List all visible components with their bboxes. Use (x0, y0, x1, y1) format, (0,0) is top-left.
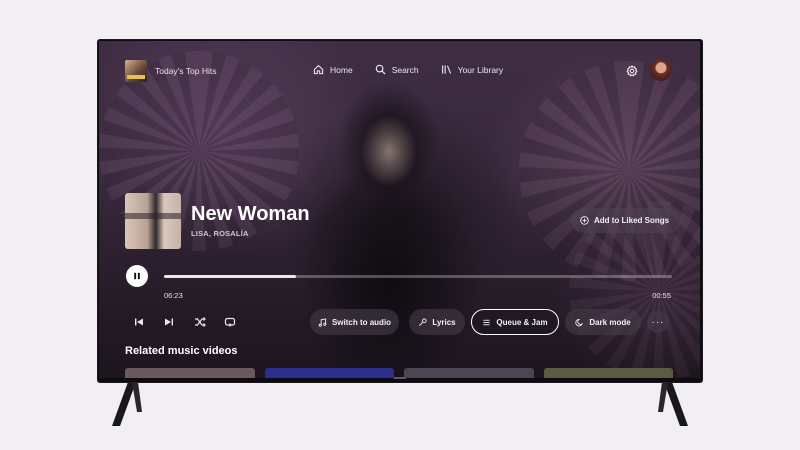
repeat-icon (224, 317, 236, 327)
dark-mode-button[interactable]: Dark mode (565, 309, 641, 335)
music-note-icon (318, 317, 327, 327)
moon-icon (575, 318, 584, 326)
tv-stand-leg-right (650, 382, 688, 426)
tv-brand-logo (394, 377, 406, 379)
related-video-thumbnail[interactable] (264, 368, 394, 378)
previous-button[interactable] (132, 315, 146, 329)
shuffle-icon (195, 317, 206, 327)
nav-search-label: Search (391, 64, 419, 75)
track-title: New Woman (191, 203, 310, 225)
queue-icon (483, 319, 491, 325)
next-button[interactable] (162, 315, 176, 329)
add-circle-icon (580, 216, 589, 225)
related-video-thumbnail[interactable] (543, 368, 673, 378)
progress-bar[interactable] (164, 275, 672, 278)
top-bar: Today's Top Hits Home Search Your Librar… (99, 59, 700, 85)
nav-home-label: Home (330, 64, 353, 75)
switch-to-audio-label: Switch to audio (331, 317, 392, 327)
related-video-thumbnail[interactable] (125, 368, 255, 378)
gear-icon[interactable] (626, 65, 638, 77)
tv-stand-leg-left (112, 382, 150, 426)
lyrics-button[interactable]: Lyrics (409, 309, 465, 335)
search-icon (375, 64, 386, 75)
skip-back-icon (135, 318, 143, 326)
dark-mode-label: Dark mode (589, 317, 631, 327)
progress-fill (164, 275, 297, 278)
add-to-liked-songs-label: Add to Liked Songs (594, 216, 670, 225)
pause-icon (134, 272, 140, 280)
library-icon (441, 65, 451, 74)
nav-library-label: Your Library (457, 64, 504, 75)
album-art (125, 193, 181, 249)
shuffle-button[interactable] (193, 315, 207, 329)
related-videos-title: Related music videos (125, 345, 238, 357)
playlist-title: Today's Top Hits (155, 66, 217, 76)
add-to-liked-songs-button[interactable]: Add to Liked Songs (571, 208, 682, 233)
avatar[interactable] (650, 59, 672, 81)
repeat-button[interactable] (223, 315, 237, 329)
queue-jam-button[interactable]: Queue & Jam (471, 309, 559, 335)
switch-to-audio-button[interactable]: Switch to audio (310, 309, 399, 335)
pause-button[interactable] (126, 265, 148, 287)
remaining-time: 00:55 (652, 291, 671, 300)
nav-home[interactable]: Home (313, 64, 353, 75)
skip-forward-icon (165, 318, 173, 326)
elapsed-time: 06:23 (164, 291, 183, 300)
track-artist[interactable]: LISA, ROSALÍA (191, 229, 249, 238)
nav-library[interactable]: Your Library (441, 64, 504, 75)
tv-screen: Today's Top Hits Home Search Your Librar… (99, 41, 700, 378)
microphone-icon (419, 317, 427, 326)
current-playlist[interactable]: Today's Top Hits (125, 60, 216, 82)
lyrics-label: Lyrics (432, 317, 456, 327)
playlist-cover (125, 60, 147, 82)
home-icon (313, 64, 324, 75)
more-options-button[interactable]: ··· (647, 311, 669, 333)
main-nav: Home Search Your Library (313, 64, 503, 75)
nav-search[interactable]: Search (375, 64, 419, 75)
related-video-thumbnail[interactable] (404, 368, 534, 378)
queue-jam-label: Queue & Jam (496, 317, 548, 327)
tv-frame: Today's Top Hits Home Search Your Librar… (98, 40, 702, 382)
